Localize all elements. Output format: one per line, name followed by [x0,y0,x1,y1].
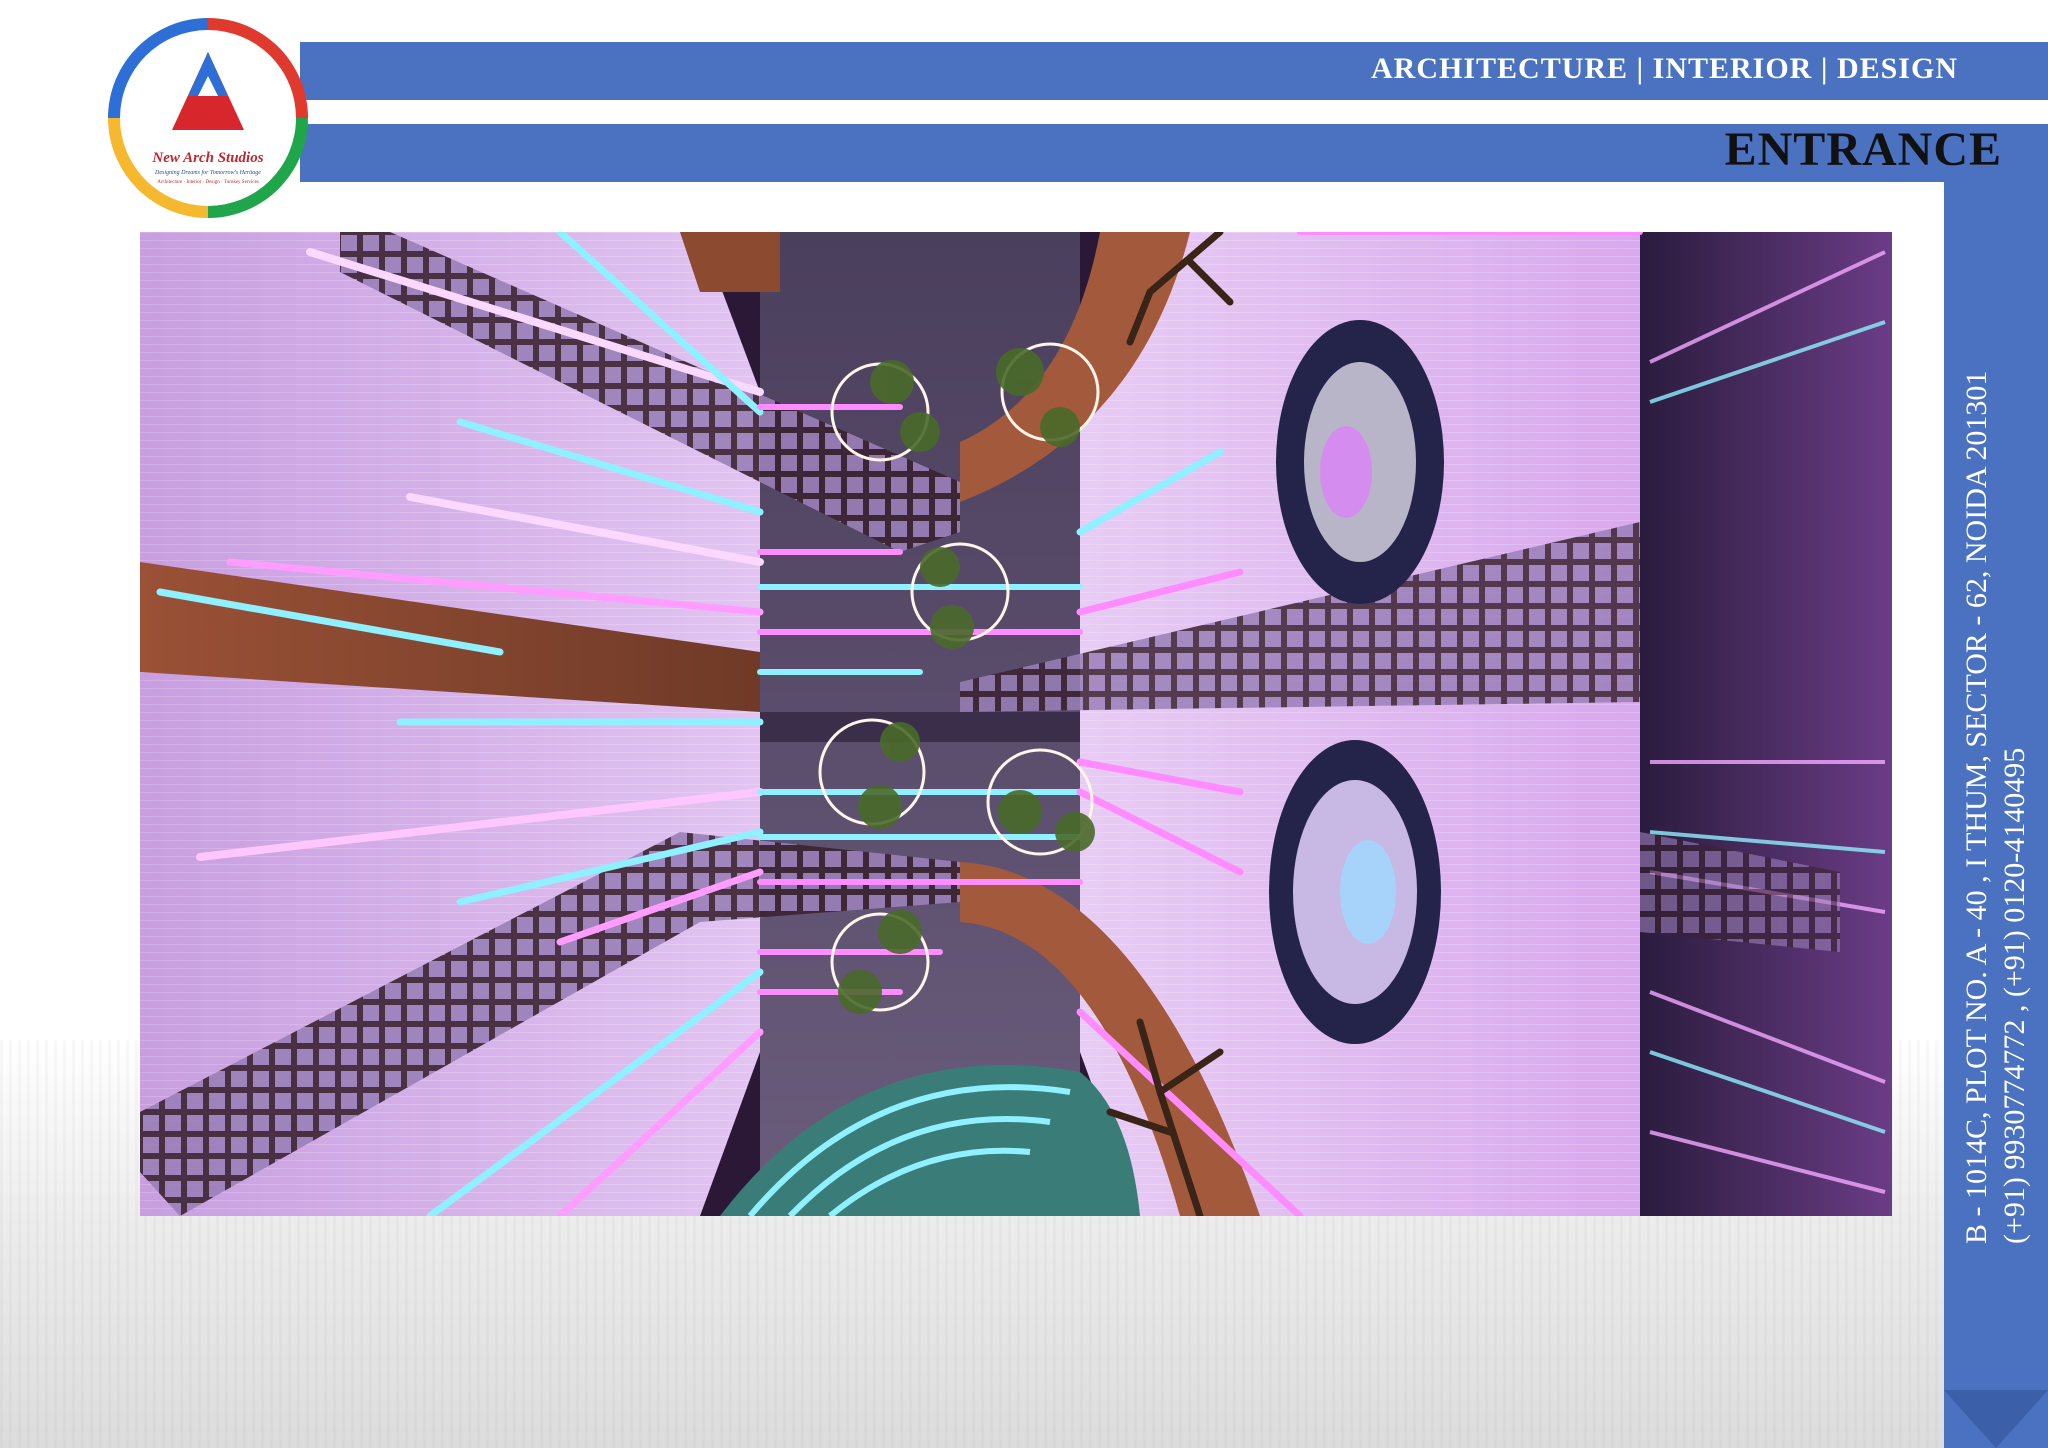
company-logo: New Arch Studios Designing Dreams for To… [108,18,308,218]
phone-line: (+91) 9930774772 , (+91) 0120-4140495 [1998,747,2031,1244]
logo-tagline: Designing Dreams for Tomorrow's Heritage [155,170,261,176]
sidebar-arrow-icon [1944,1390,2048,1448]
logo-triangle-icon [172,52,244,130]
logo-name: New Arch Studios [152,150,264,166]
page-title: ENTRANCE [1724,123,2002,176]
address-line: B - 1014C, PLOT NO. A - 40 , I THUM, SEC… [1960,370,1993,1244]
address-block: B - 1014C, PLOT NO. A - 40 , I THUM, SEC… [1958,184,2034,1244]
logo-services: Architecture · Interior · Design · Turnk… [157,180,259,185]
entrance-render-image [140,232,1892,1216]
header-tagline: ARCHITECTURE | INTERIOR | DESIGN [1371,52,1958,85]
